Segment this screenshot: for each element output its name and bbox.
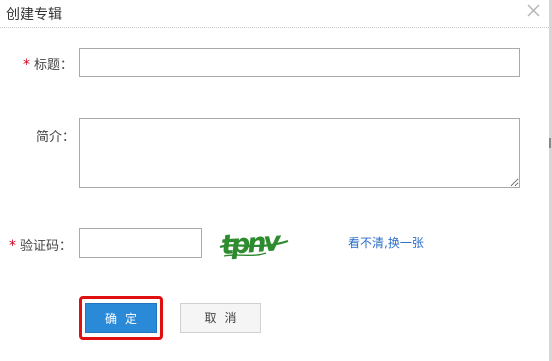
intro-textarea[interactable]	[79, 118, 520, 188]
captcha-label-group: * 验证码：	[9, 235, 72, 254]
intro-label: 简介：	[36, 130, 76, 145]
cancel-button[interactable]: 取消	[180, 303, 261, 333]
close-icon[interactable]	[524, 2, 542, 20]
captcha-label: 验证码：	[20, 239, 73, 254]
title-input[interactable]	[79, 48, 520, 77]
dialog-titlebar: 创建专辑	[0, 0, 549, 28]
captcha-image[interactable]: tpnv	[218, 223, 290, 263]
title-label-group: * 标题：	[23, 54, 73, 73]
create-album-dialog: 创建专辑 * 标题： 简介： * 验证码： tpnv 看不清,换一张 确定 取消	[0, 0, 552, 361]
required-mark: *	[9, 238, 16, 254]
intro-label-group: 简介：	[36, 126, 75, 145]
scrollbar-edge-mark	[549, 138, 551, 148]
required-mark: *	[23, 57, 30, 73]
confirm-button[interactable]: 确定	[85, 303, 157, 333]
dialog-title: 创建专辑	[6, 7, 62, 23]
refresh-captcha-link[interactable]: 看不清,换一张	[348, 234, 424, 251]
confirm-button-highlight: 确定	[79, 296, 163, 340]
title-label: 标题：	[34, 58, 74, 73]
captcha-input[interactable]	[79, 228, 202, 258]
